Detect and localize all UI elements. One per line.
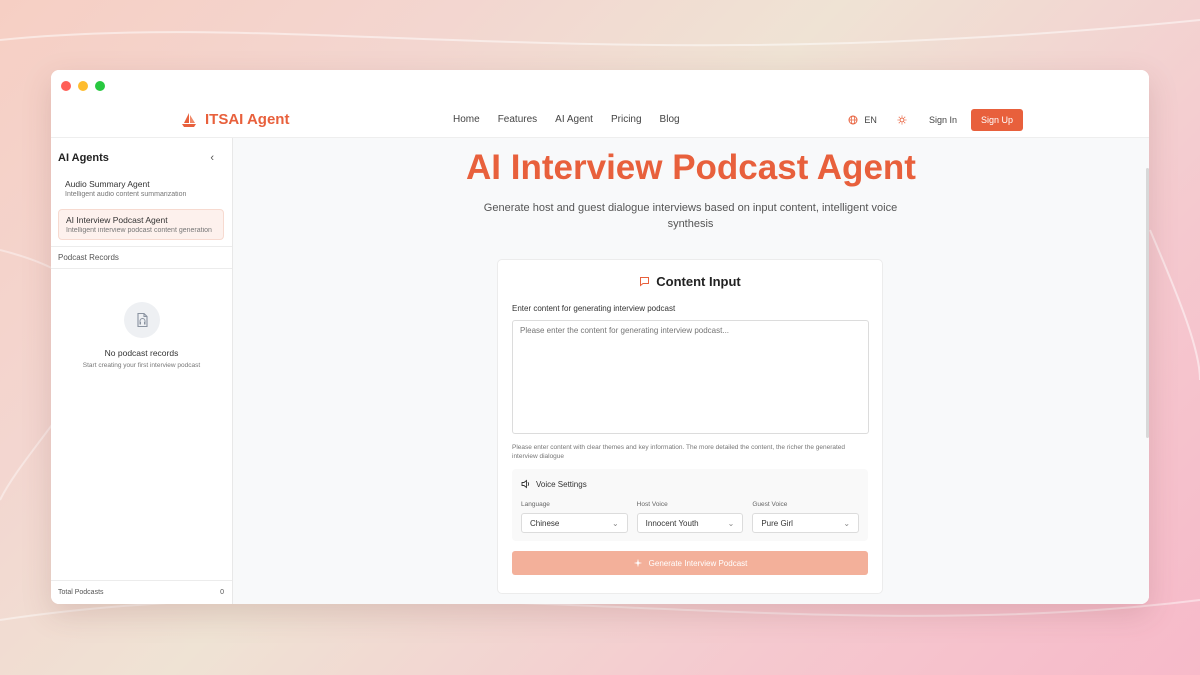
brand-logo[interactable]: ITSAI Agent (181, 111, 289, 128)
language-value: Chinese (530, 518, 560, 528)
language-select[interactable]: Chinese ⌄ (521, 513, 628, 533)
chevron-down-icon: ⌄ (727, 518, 735, 528)
browser-window: ITSAI Agent Home Features AI Agent Prici… (51, 70, 1149, 604)
language-setting: Language Chinese ⌄ (521, 501, 628, 533)
audio-file-icon (123, 302, 160, 338)
guest-voice-label: Guest Voice (752, 501, 788, 508)
guest-voice-select[interactable]: Pure Girl ⌄ (752, 513, 860, 533)
sidebar-item-interview-podcast[interactable]: AI Interview Podcast Agent Intelligent i… (58, 209, 224, 240)
sidebar: AI Agents ‹ Audio Summary Agent Intellig… (51, 138, 233, 604)
total-podcasts-label: Total Podcasts (58, 589, 104, 596)
nav-home[interactable]: Home (453, 114, 480, 125)
card-title-text: Content Input (656, 274, 741, 289)
window-titlebar (51, 70, 1149, 102)
voice-settings-label: Voice Settings (536, 479, 587, 489)
chevron-down-icon: ⌄ (843, 518, 851, 528)
empty-title: No podcast records (104, 348, 179, 358)
agent-desc: Intelligent audio content summarization (65, 191, 187, 198)
globe-icon (848, 115, 858, 124)
empty-subtitle: Start creating your first interview podc… (82, 362, 201, 369)
guest-voice-setting: Guest Voice Pure Girl ⌄ (752, 501, 860, 533)
content-textarea[interactable] (512, 320, 869, 434)
podcast-records-title: Podcast Records (51, 247, 232, 269)
generate-podcast-button[interactable]: Generate Interview Podcast (512, 551, 868, 575)
total-podcasts-count: 0 (220, 589, 224, 596)
host-voice-select[interactable]: Innocent Youth ⌄ (636, 513, 744, 533)
generate-label: Generate Interview Podcast (648, 558, 748, 568)
content-input-card: Content Input Enter content for generati… (497, 259, 883, 594)
host-voice-label: Host Voice (636, 501, 668, 508)
sign-up-button[interactable]: Sign Up (970, 108, 1023, 131)
voice-settings-row: Language Chinese ⌄ Host Voice Innocent Y… (521, 501, 860, 533)
language-label: EN (864, 114, 877, 125)
agent-name: AI Interview Podcast Agent (66, 215, 168, 225)
sparkle-icon (633, 558, 642, 568)
app-body: AI Agents ‹ Audio Summary Agent Intellig… (51, 138, 1149, 604)
nav-actions: EN Sign In Sign Up (848, 108, 1023, 131)
nav-pricing[interactable]: Pricing (611, 114, 642, 125)
sidebar-header: AI Agents ‹ (51, 138, 232, 174)
nav-blog[interactable]: Blog (660, 114, 680, 125)
theme-toggle[interactable] (897, 115, 907, 125)
brand-name: ITSAI Agent (205, 111, 290, 128)
language-label: Language (521, 501, 550, 508)
main-content: AI Interview Podcast Agent Generate host… (233, 138, 1149, 604)
top-navbar: ITSAI Agent Home Features AI Agent Prici… (51, 102, 1149, 138)
nav-links: Home Features AI Agent Pricing Blog (453, 114, 680, 125)
sailboat-icon (182, 112, 196, 127)
sun-icon (897, 115, 907, 124)
host-voice-setting: Host Voice Innocent Youth ⌄ (636, 501, 744, 533)
content-hint: Please enter content with clear themes a… (512, 444, 846, 460)
card-title: Content Input (498, 274, 882, 289)
agent-name: Audio Summary Agent (65, 179, 150, 189)
sidebar-item-audio-summary[interactable]: Audio Summary Agent Intelligent audio co… (58, 174, 224, 203)
empty-state: No podcast records Start creating your f… (51, 302, 232, 369)
close-window-button[interactable] (61, 81, 71, 91)
nav-features[interactable]: Features (498, 114, 537, 125)
page-title: AI Interview Podcast Agent (466, 148, 916, 187)
voice-settings-panel: Voice Settings Language Chinese ⌄ Host V… (512, 469, 868, 541)
guest-voice-value: Pure Girl (761, 518, 793, 528)
chat-bubble-icon (640, 277, 650, 287)
content-field-label: Enter content for generating interview p… (512, 304, 676, 313)
maximize-window-button[interactable] (95, 81, 105, 91)
page-subtitle: Generate host and guest dialogue intervi… (483, 202, 898, 230)
collapse-sidebar-button[interactable]: ‹ (210, 152, 214, 164)
voice-settings-title: Voice Settings (521, 479, 859, 489)
sidebar-title: AI Agents (58, 152, 109, 164)
sign-in-link[interactable]: Sign In (929, 115, 957, 125)
language-switcher[interactable]: EN (848, 115, 877, 125)
chevron-down-icon: ⌄ (611, 518, 619, 528)
agent-desc: Intelligent interview podcast content ge… (66, 227, 212, 234)
minimize-window-button[interactable] (78, 81, 88, 91)
speaker-icon (521, 479, 530, 489)
sidebar-footer: Total Podcasts 0 (51, 580, 232, 604)
main-scrollbar[interactable] (1146, 168, 1149, 438)
nav-ai-agent[interactable]: AI Agent (555, 114, 593, 125)
host-voice-value: Innocent Youth (645, 518, 699, 528)
